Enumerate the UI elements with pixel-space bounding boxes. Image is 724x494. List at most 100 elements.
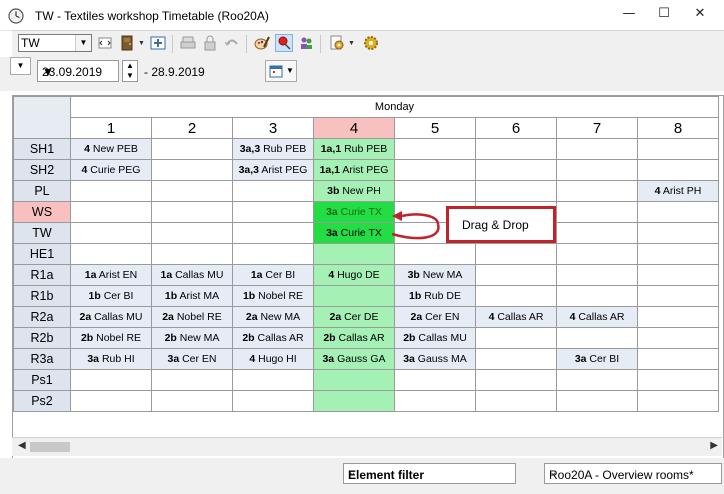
empty-cell[interactable]	[232, 390, 314, 412]
empty-cell[interactable]	[637, 243, 719, 265]
period-header[interactable]: 2	[151, 117, 233, 139]
empty-cell[interactable]	[394, 243, 476, 265]
empty-cell[interactable]	[556, 159, 638, 181]
empty-cell[interactable]	[556, 138, 638, 160]
empty-cell[interactable]	[70, 243, 152, 265]
lesson-cell[interactable]: 2b Callas MU	[394, 327, 476, 349]
lesson-cell[interactable]: 2a Cer EN	[394, 306, 476, 328]
exit-door-button[interactable]	[118, 34, 136, 52]
lesson-cell[interactable]: 4 New PEB	[70, 138, 152, 160]
lesson-cell[interactable]: 2b New MA	[151, 327, 233, 349]
room-label[interactable]: WS	[13, 201, 71, 223]
lesson-cell[interactable]: 2b Nobel RE	[70, 327, 152, 349]
empty-cell[interactable]	[232, 201, 314, 223]
scroll-thumb[interactable]	[30, 442, 70, 452]
door-menu-arrow-icon[interactable]: ▼	[138, 40, 145, 47]
period-header[interactable]: 5	[394, 117, 476, 139]
empty-cell[interactable]	[394, 159, 476, 181]
empty-cell[interactable]	[475, 285, 557, 307]
lesson-cell[interactable]: 2a Cer DE	[313, 306, 395, 328]
period-header[interactable]: 4	[313, 117, 395, 139]
empty-cell[interactable]	[556, 285, 638, 307]
lesson-cell[interactable]: 1a Cer BI	[232, 264, 314, 286]
lesson-cell[interactable]: 3b New MA	[394, 264, 476, 286]
maximize-icon[interactable]: ☐	[656, 6, 672, 22]
lesson-cell[interactable]: 3a Cer BI	[556, 348, 638, 370]
empty-cell[interactable]	[70, 180, 152, 202]
lesson-cell[interactable]: 1b Arist MA	[151, 285, 233, 307]
lesson-cell[interactable]: 2b Callas AR	[232, 327, 314, 349]
empty-cell[interactable]	[637, 222, 719, 244]
empty-cell[interactable]	[151, 180, 233, 202]
empty-cell[interactable]	[151, 159, 233, 181]
lock-button[interactable]	[201, 34, 219, 52]
lesson-cell[interactable]: 3a,3 Arist PEG	[232, 159, 314, 181]
empty-cell[interactable]	[637, 348, 719, 370]
empty-cell[interactable]	[637, 138, 719, 160]
period-header[interactable]: 7	[556, 117, 638, 139]
lesson-cell[interactable]: 2a Nobel RE	[151, 306, 233, 328]
empty-cell[interactable]	[232, 243, 314, 265]
lesson-cell[interactable]: 4 Hugo DE	[313, 264, 395, 286]
colors-button[interactable]	[253, 34, 271, 52]
lesson-cell[interactable]: 4 Curie PEG	[70, 159, 152, 181]
date-spinner[interactable]: ▲ ▼	[122, 60, 138, 82]
lesson-cell[interactable]: 1a,1 Rub PEB	[313, 138, 395, 160]
period-header[interactable]: 1	[70, 117, 152, 139]
empty-cell[interactable]	[556, 243, 638, 265]
empty-cell[interactable]	[475, 159, 557, 181]
empty-cell[interactable]	[637, 369, 719, 391]
start-date-field[interactable]: 23.09.2019 ▼	[37, 60, 119, 82]
empty-cell[interactable]	[151, 243, 233, 265]
empty-cell[interactable]	[394, 390, 476, 412]
lesson-cell[interactable]: 3b New PH	[313, 180, 395, 202]
chevron-down-icon[interactable]: ▼	[75, 35, 91, 51]
close-icon[interactable]: ✕	[692, 6, 708, 22]
room-label[interactable]: Ps2	[13, 390, 71, 412]
horizontal-scrollbar[interactable]: ◀ ▶	[12, 437, 722, 456]
lesson-cell[interactable]: 1b Nobel RE	[232, 285, 314, 307]
chevron-down-icon[interactable]: ⌄	[549, 467, 716, 478]
empty-cell[interactable]	[637, 264, 719, 286]
element-filter-select[interactable]: Element filter ⌄	[343, 463, 516, 484]
empty-cell[interactable]	[313, 285, 395, 307]
empty-cell[interactable]	[475, 138, 557, 160]
lesson-cell[interactable]: 1a,1 Arist PEG	[313, 159, 395, 181]
empty-cell[interactable]	[151, 138, 233, 160]
lesson-cell[interactable]: 3a Gauss GA	[313, 348, 395, 370]
empty-cell[interactable]	[475, 180, 557, 202]
scroll-right-icon[interactable]: ▶	[710, 440, 718, 451]
lesson-cell[interactable]: 1b Cer BI	[70, 285, 152, 307]
period-header[interactable]: 8	[637, 117, 719, 139]
empty-cell[interactable]	[232, 222, 314, 244]
room-label[interactable]: R1a	[13, 264, 71, 286]
empty-cell[interactable]	[637, 306, 719, 328]
empty-cell[interactable]	[313, 369, 395, 391]
room-label[interactable]: HE1	[13, 243, 71, 265]
room-label[interactable]: R2b	[13, 327, 71, 349]
empty-cell[interactable]	[637, 327, 719, 349]
empty-cell[interactable]	[556, 369, 638, 391]
empty-cell[interactable]	[475, 390, 557, 412]
settings-menu-arrow-icon[interactable]: ▼	[348, 40, 355, 47]
navigation-arrows-button[interactable]	[96, 34, 114, 52]
view-menu-dropdown[interactable]: ▼	[10, 57, 31, 75]
lesson-cell[interactable]: 3a Cer EN	[151, 348, 233, 370]
empty-cell[interactable]	[232, 369, 314, 391]
empty-cell[interactable]	[313, 243, 395, 265]
room-label[interactable]: SH1	[13, 138, 71, 160]
people-button[interactable]	[297, 34, 315, 52]
empty-cell[interactable]	[151, 390, 233, 412]
empty-cell[interactable]	[556, 222, 638, 244]
empty-cell[interactable]	[70, 201, 152, 223]
calendar-button[interactable]: ▼	[265, 60, 297, 82]
empty-cell[interactable]	[313, 390, 395, 412]
lesson-cell[interactable]: 4 Callas AR	[475, 306, 557, 328]
empty-cell[interactable]	[151, 369, 233, 391]
settings-button[interactable]	[328, 34, 346, 52]
empty-cell[interactable]	[637, 201, 719, 223]
empty-cell[interactable]	[556, 264, 638, 286]
lesson-cell[interactable]: 2a Callas MU	[70, 306, 152, 328]
gear-button[interactable]	[362, 34, 380, 52]
empty-cell[interactable]	[394, 138, 476, 160]
